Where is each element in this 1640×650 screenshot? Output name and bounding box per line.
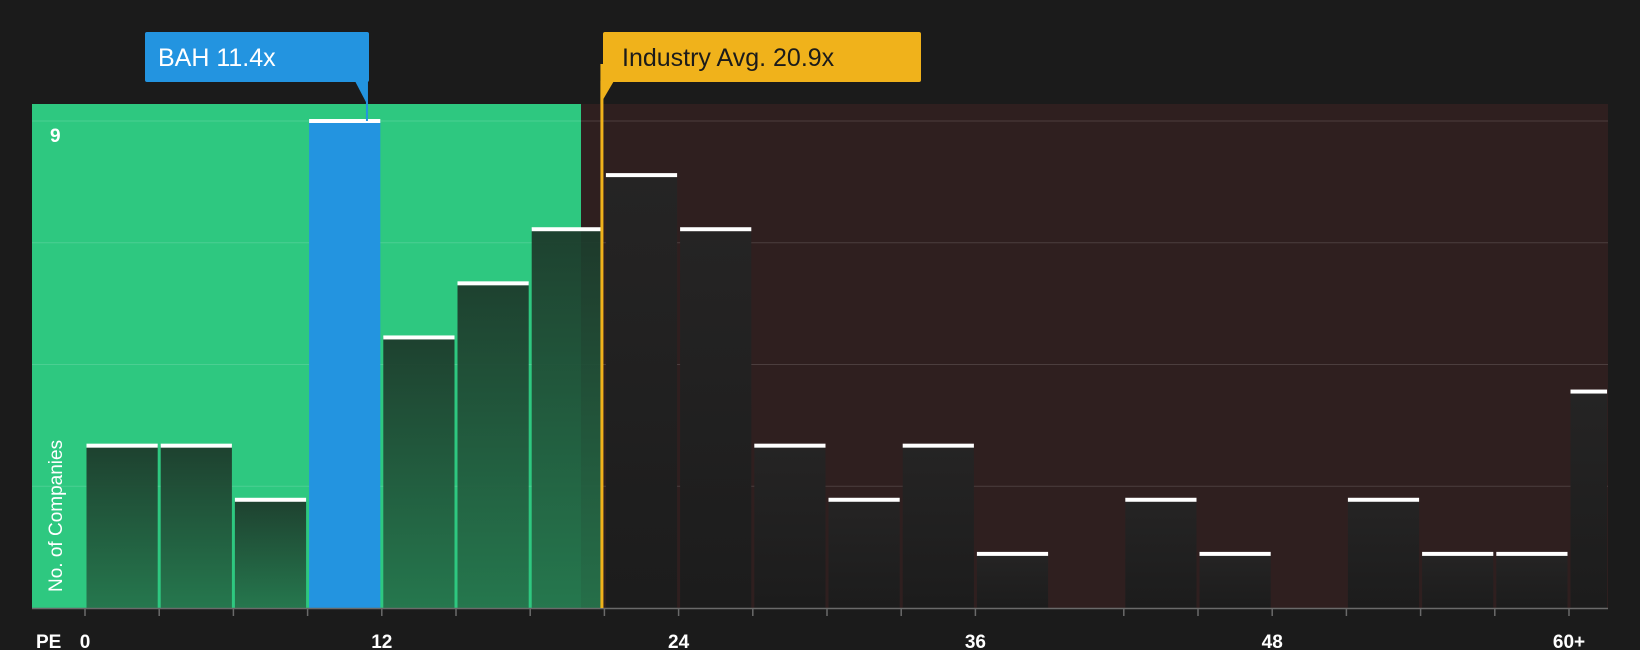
bar-cap xyxy=(86,443,158,448)
bar-cap xyxy=(976,551,1049,556)
bar-cap xyxy=(383,335,455,340)
histogram-bar xyxy=(902,445,974,608)
histogram-bar xyxy=(234,499,307,608)
bar-cap xyxy=(1199,551,1271,556)
histogram-bar xyxy=(1496,553,1568,608)
histogram-bar xyxy=(680,229,752,608)
x-tick-label: 24 xyxy=(668,632,690,650)
bar-cap xyxy=(605,173,678,178)
x-tick-label: 36 xyxy=(965,632,986,650)
histogram-bar xyxy=(383,337,455,608)
bar-cap xyxy=(680,227,752,232)
bar-cap xyxy=(1125,497,1197,502)
y-tick-label: 9 xyxy=(50,126,61,147)
bar-cap xyxy=(531,227,603,232)
histogram-bar xyxy=(754,445,826,608)
x-tick-label: 12 xyxy=(371,632,392,650)
bar-cap xyxy=(309,119,381,123)
industry-callout-label: Industry Avg. 20.9x xyxy=(622,44,835,72)
histogram-bar xyxy=(86,445,158,608)
x-tick-label: 48 xyxy=(1262,632,1283,650)
marker-lines xyxy=(600,64,604,608)
histogram-bar xyxy=(531,229,603,608)
bar-cap xyxy=(234,497,307,502)
pe-distribution-chart: 9 0 12 24 36 48 60+ PE No. of Companies BAH 11.… xyxy=(32,32,1608,650)
histogram-bar xyxy=(160,445,232,608)
histogram-bar xyxy=(1422,553,1494,608)
bar-cap xyxy=(1347,497,1420,502)
industry-avg-line xyxy=(600,64,604,608)
company-callout-pointer xyxy=(354,81,367,104)
company-callout-label: BAH 11.4x xyxy=(158,44,276,72)
histogram-bar xyxy=(457,283,529,608)
histogram-bar xyxy=(828,499,900,608)
x-tick-label: 60+ xyxy=(1553,632,1585,650)
histogram-bar xyxy=(1347,499,1420,608)
bar-cap xyxy=(1422,551,1494,556)
bar-cap xyxy=(160,443,232,448)
bar-cap xyxy=(1570,389,1608,394)
histogram-bar xyxy=(1570,391,1608,608)
histogram-bar xyxy=(976,553,1049,608)
x-tick-label: 0 xyxy=(80,632,91,650)
bar-cap xyxy=(902,443,974,448)
histogram-bar xyxy=(1199,553,1271,608)
bar-cap xyxy=(457,281,529,286)
bar-cap xyxy=(1496,551,1568,556)
y-axis-title: No. of Companies xyxy=(46,440,67,592)
histogram-bar xyxy=(605,175,678,608)
histogram-bar xyxy=(309,121,381,608)
x-axis-title: PE xyxy=(36,632,61,650)
bar-cap xyxy=(754,443,826,448)
bar-cap xyxy=(828,497,900,502)
histogram-bar xyxy=(1125,499,1197,608)
